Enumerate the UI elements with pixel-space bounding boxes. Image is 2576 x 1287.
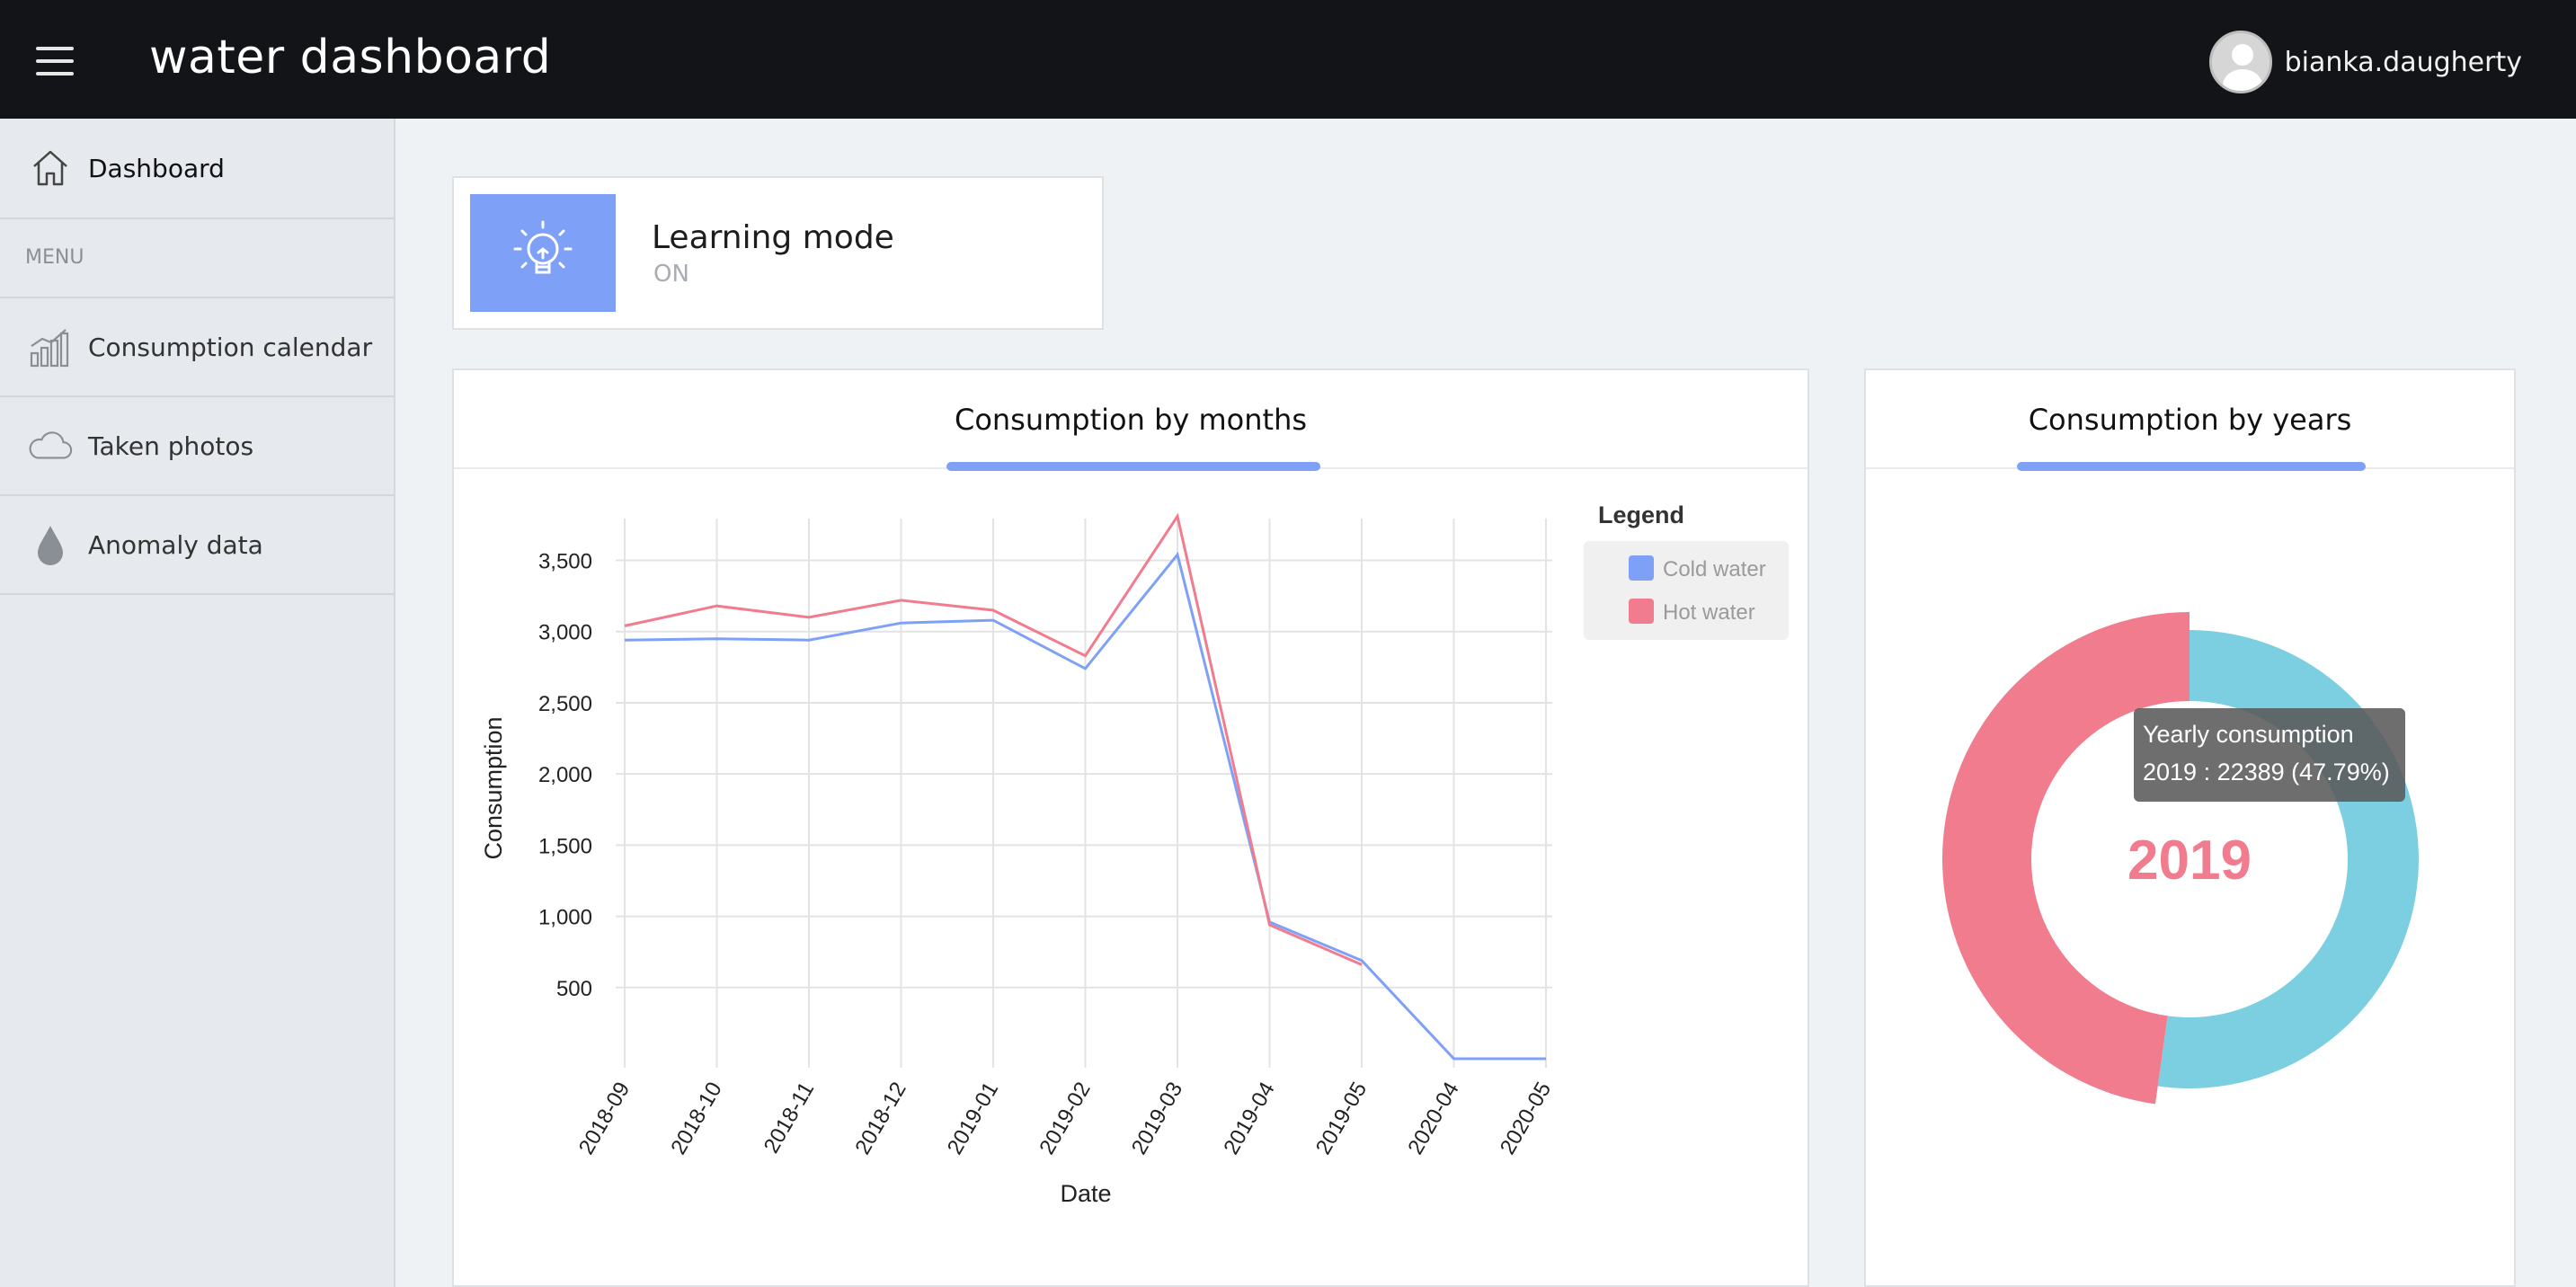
consumption-by-months-card: Consumption by months 500 1,000 1,500 2,000… xyxy=(452,368,1809,1287)
x-tick-label: 2020-04 xyxy=(1403,1078,1463,1159)
line-chart: 500 1,000 1,500 2,000 2,500 3,000 3,500 2018-09… xyxy=(480,501,1789,1207)
cloud-icon xyxy=(27,422,74,469)
donut-center-label: 2019 xyxy=(2127,830,2252,892)
legend-label: Cold water xyxy=(1663,557,1766,581)
username[interactable]: bianka.daugherty xyxy=(2285,47,2522,78)
card-header: Consumption by years xyxy=(1866,370,2514,471)
sidebar-item-label: Consumption calendar xyxy=(88,332,373,362)
y-tick-label: 500 xyxy=(556,977,592,1001)
x-tick-label: 2019-02 xyxy=(1035,1078,1095,1159)
x-tick-label: 2018-11 xyxy=(759,1078,820,1158)
y-tick-label: 1,000 xyxy=(538,906,592,930)
y-tick-label: 3,000 xyxy=(538,621,592,645)
x-tick-label: 2020-05 xyxy=(1496,1078,1556,1159)
lightbulb-icon xyxy=(470,194,616,312)
learning-mode-status: ON xyxy=(653,261,689,288)
y-axis-title: Consumption xyxy=(480,716,507,859)
learning-mode-title: Learning mode xyxy=(652,219,894,256)
legend-title: Legend xyxy=(1598,501,1684,528)
x-axis-title: Date xyxy=(1060,1180,1111,1207)
legend-box xyxy=(1584,541,1789,640)
sidebar-item-taken-photos[interactable]: Taken photos xyxy=(0,397,394,496)
home-icon xyxy=(27,145,74,191)
y-tick-label: 1,500 xyxy=(538,834,592,858)
card-title: Consumption by years xyxy=(2028,403,2352,437)
sidebar: Dashboard MENU Consumption calendar Take… xyxy=(0,119,395,1287)
legend-swatch xyxy=(1629,599,1654,624)
hamburger-menu-icon[interactable] xyxy=(36,47,74,75)
sidebar-item-consumption-calendar[interactable]: Consumption calendar xyxy=(0,298,394,397)
top-bar: water dashboard bianka.daugherty xyxy=(0,0,2576,119)
x-tick-label: 2019-05 xyxy=(1311,1078,1372,1159)
x-tick-label: 2018-12 xyxy=(850,1078,910,1159)
y-tick-label: 2,000 xyxy=(538,763,592,787)
sidebar-item-anomaly-data[interactable]: Anomaly data xyxy=(0,496,394,595)
learning-mode-card: Learning mode ON xyxy=(452,176,1104,330)
tooltip-title: Yearly consumption xyxy=(2143,721,2354,748)
sidebar-item-label: Anomaly data xyxy=(88,529,263,560)
x-tick-label: 2018-10 xyxy=(666,1078,726,1159)
card-title: Consumption by months xyxy=(954,403,1308,437)
y-tick-label: 2,500 xyxy=(538,692,592,716)
legend-swatch xyxy=(1629,555,1654,581)
card-header: Consumption by months xyxy=(454,370,1808,471)
x-tick-label: 2019-03 xyxy=(1127,1078,1187,1159)
consumption-by-years-card: Consumption by years 2019 Yearly consumpt… xyxy=(1864,368,2516,1287)
y-tick-label: 3,500 xyxy=(538,550,592,574)
sidebar-item-label: Taken photos xyxy=(88,430,254,461)
bar-chart-icon xyxy=(27,324,74,370)
sidebar-item-dashboard[interactable]: Dashboard xyxy=(0,119,394,219)
x-tick-label: 2019-01 xyxy=(943,1078,1003,1159)
donut-chart: 2019 Yearly consumption 2019 : 22389 (47.7… xyxy=(1941,612,2419,1105)
user-menu[interactable]: bianka.daugherty xyxy=(2208,31,2522,93)
menu-section-label: MENU xyxy=(25,246,84,269)
legend-label: Hot water xyxy=(1663,600,1755,625)
x-tick-label: 2018-09 xyxy=(574,1078,635,1159)
x-tick-label: 2019-04 xyxy=(1219,1078,1279,1159)
tooltip-text: 2019 : 22389 (47.79%) xyxy=(2143,759,2390,786)
avatar[interactable] xyxy=(2208,31,2272,93)
drop-icon xyxy=(27,521,74,568)
sidebar-item-label: Dashboard xyxy=(88,153,225,183)
app-title: water dashboard xyxy=(149,31,552,84)
